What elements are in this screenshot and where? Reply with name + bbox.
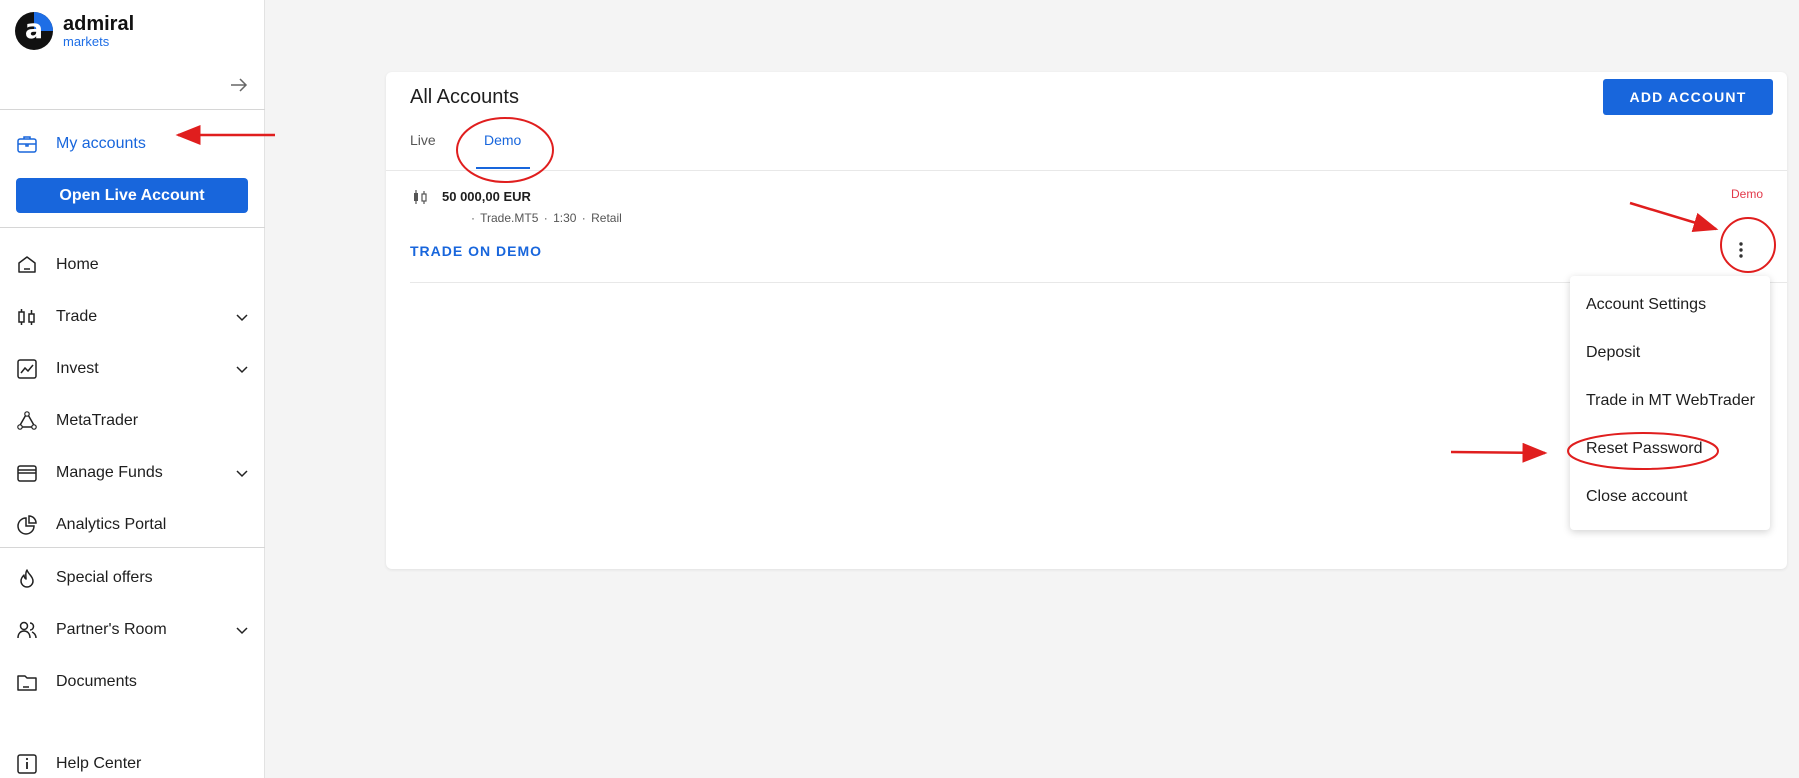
sidebar-item-my-accounts[interactable]: My accounts — [15, 127, 250, 161]
sidebar-item-home[interactable]: Home — [15, 248, 250, 282]
sidebar-item-label: Trade — [56, 308, 98, 325]
flame-icon — [15, 566, 39, 590]
account-actions-button[interactable] — [1731, 238, 1751, 262]
account-type: Retail — [591, 211, 622, 225]
wallet-icon — [15, 461, 39, 485]
menu-item-close-account[interactable]: Close account — [1586, 488, 1687, 512]
pie-chart-icon — [15, 513, 39, 537]
status-badge: Demo — [1730, 187, 1763, 201]
collapse-sidebar-button[interactable] — [228, 75, 250, 95]
sidebar-item-label: Special offers — [56, 569, 153, 586]
active-tab-indicator — [476, 167, 530, 169]
sidebar-item-label: Invest — [56, 360, 99, 377]
open-live-account-button[interactable]: Open Live Account — [16, 178, 248, 213]
menu-item-deposit[interactable]: Deposit — [1586, 344, 1640, 368]
brand-name: admiral — [63, 13, 135, 35]
tab-demo[interactable]: Demo — [484, 132, 521, 158]
sidebar-item-label: Help Center — [56, 755, 142, 772]
metatrader-icon — [15, 409, 39, 433]
sidebar-item-partners-room[interactable]: Partner's Room — [15, 613, 250, 647]
sidebar-item-metatrader[interactable]: MetaTrader — [15, 404, 250, 438]
home-icon — [15, 253, 39, 277]
folder-icon — [15, 670, 39, 694]
chevron-down-icon — [236, 470, 248, 478]
brand-logo[interactable]: a admiral markets — [15, 12, 134, 50]
chevron-down-icon — [236, 314, 248, 322]
account-leverage: 1:30 — [553, 211, 577, 225]
info-icon — [15, 752, 39, 776]
sidebar-item-help-center[interactable]: Help Center — [15, 747, 250, 778]
sidebar-item-invest[interactable]: Invest — [15, 352, 250, 386]
candlestick-icon — [412, 189, 428, 205]
chevron-down-icon — [236, 627, 248, 635]
sidebar-item-analytics-portal[interactable]: Analytics Portal — [15, 508, 250, 542]
more-vertical-icon — [1739, 242, 1743, 258]
sidebar: a admiral markets My accounts Open Live … — [0, 0, 265, 778]
divider — [386, 170, 1787, 171]
divider — [0, 227, 265, 228]
arrow-right-icon — [231, 78, 248, 92]
add-account-button[interactable]: ADD ACCOUNT — [1603, 79, 1773, 115]
chevron-down-icon — [236, 366, 248, 374]
account-platform: Trade.MT5 — [480, 211, 539, 225]
menu-item-reset-password[interactable]: Reset Password — [1586, 440, 1703, 464]
chart-line-icon — [15, 357, 39, 381]
sidebar-item-label: My accounts — [56, 135, 146, 152]
briefcase-icon — [15, 132, 39, 156]
divider — [0, 547, 265, 548]
trade-on-demo-link[interactable]: TRADE ON DEMO — [410, 243, 542, 259]
page-title: All Accounts — [410, 86, 519, 108]
sidebar-item-manage-funds[interactable]: Manage Funds — [15, 456, 250, 490]
sidebar-item-special-offers[interactable]: Special offers — [15, 561, 250, 595]
logo-mark-icon: a — [15, 12, 53, 50]
candlestick-icon — [15, 305, 39, 329]
account-meta: · Trade.MT5 · 1:30 · Retail — [471, 211, 622, 225]
menu-item-account-settings[interactable]: Account Settings — [1586, 296, 1706, 320]
account-balance: 50 000,00 EUR — [442, 189, 531, 204]
tab-live[interactable]: Live — [410, 132, 436, 158]
divider — [0, 109, 265, 110]
sidebar-item-label: Partner's Room — [56, 621, 167, 638]
sidebar-item-label: Home — [56, 256, 99, 273]
account-actions-menu: Account Settings Deposit Trade in MT Web… — [1570, 276, 1770, 530]
sidebar-item-label: MetaTrader — [56, 412, 139, 429]
sidebar-item-label: Documents — [56, 673, 137, 690]
sidebar-item-trade[interactable]: Trade — [15, 300, 250, 334]
sidebar-item-documents[interactable]: Documents — [15, 665, 250, 699]
sidebar-item-label: Manage Funds — [56, 464, 163, 481]
menu-item-trade-in-mt-webtrader[interactable]: Trade in MT WebTrader — [1586, 392, 1755, 416]
brand-sub: markets — [63, 34, 110, 49]
users-icon — [15, 618, 39, 642]
sidebar-item-label: Analytics Portal — [56, 516, 167, 533]
